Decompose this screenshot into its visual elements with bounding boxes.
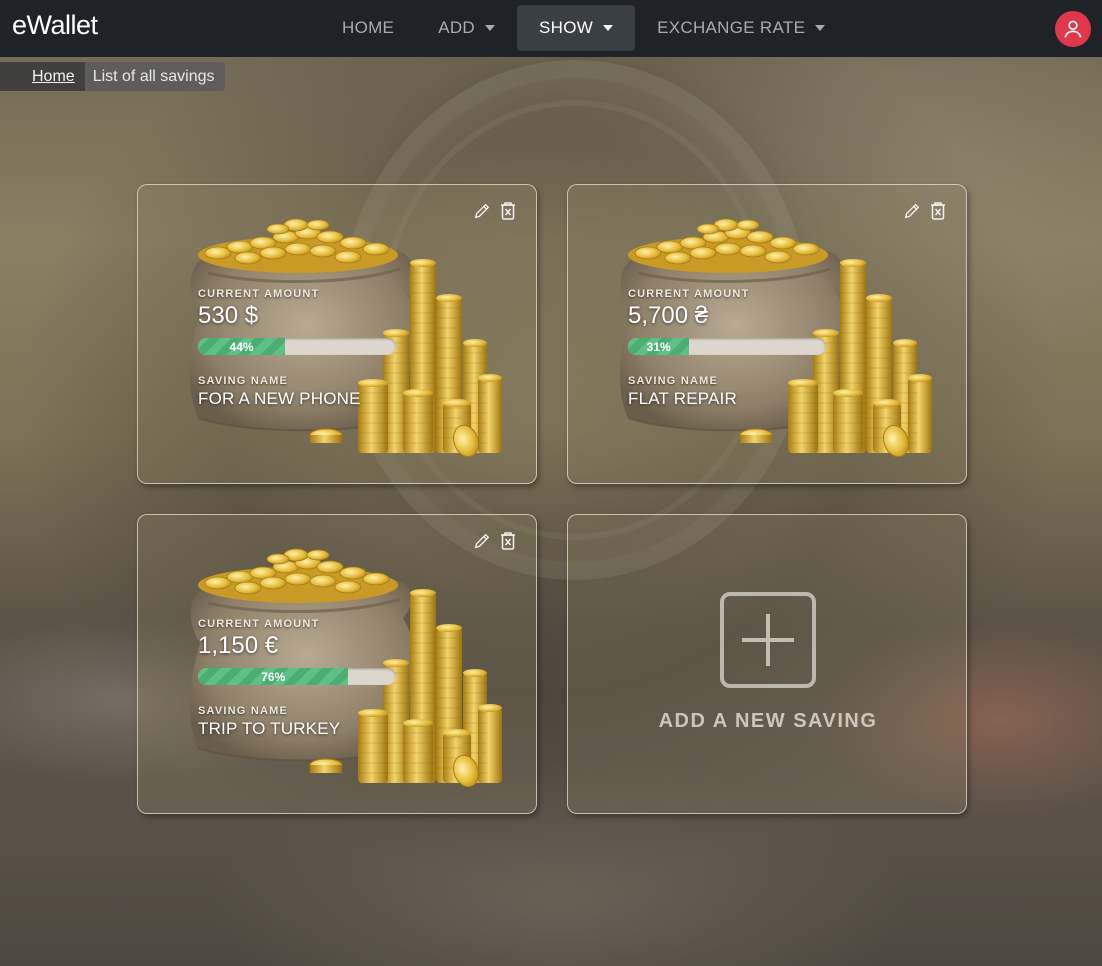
saving-card: CURRENT AMOUNT 5,700 ₴ 31% SAVING NAME F… xyxy=(567,184,967,484)
progress-bar: 76% xyxy=(198,668,396,685)
saving-name: FLAT REPAIR xyxy=(628,389,737,408)
amount-label: CURRENT AMOUNT xyxy=(628,288,750,300)
saving-info: CURRENT AMOUNT 5,700 ₴ 31% SAVING NAME F… xyxy=(628,288,828,409)
progress-fill: 76% xyxy=(198,668,349,685)
saving-card: CURRENT AMOUNT 1,150 € 76% SAVING NAME T… xyxy=(137,514,537,814)
current-amount: 1,150 € xyxy=(198,632,279,659)
nav-add-dropdown[interactable]: ADD xyxy=(416,5,517,51)
delete-icon[interactable] xyxy=(498,531,518,551)
progress-bar: 31% xyxy=(628,338,826,355)
navbar: eWallet HOME ADD SHOW EXCHANGE RATE xyxy=(0,0,1102,57)
nav-exchange-rate-label: EXCHANGE RATE xyxy=(657,18,806,37)
saving-name: TRIP TO TURKEY xyxy=(198,719,341,738)
edit-icon[interactable] xyxy=(472,201,492,221)
saving-name-label: SAVING NAME xyxy=(198,375,289,387)
card-actions xyxy=(902,201,948,221)
nav-menu: HOME ADD SHOW EXCHANGE RATE xyxy=(320,5,847,51)
edit-icon[interactable] xyxy=(902,201,922,221)
current-amount: 5,700 ₴ xyxy=(628,302,709,329)
amount-label: CURRENT AMOUNT xyxy=(198,288,320,300)
brand-logo[interactable]: eWallet xyxy=(12,10,98,41)
current-amount: 530 $ xyxy=(198,302,259,329)
caret-down-icon xyxy=(603,25,614,31)
saving-name-label: SAVING NAME xyxy=(198,705,289,717)
delete-icon[interactable] xyxy=(928,201,948,221)
saving-name-label: SAVING NAME xyxy=(628,375,719,387)
saving-card: CURRENT AMOUNT 530 $ 44% SAVING NAME FOR… xyxy=(137,184,537,484)
nav-show-dropdown[interactable]: SHOW xyxy=(517,5,636,51)
breadcrumb-current: List of all savings xyxy=(92,67,215,85)
edit-icon[interactable] xyxy=(472,531,492,551)
nav-exchange-rate-dropdown[interactable]: EXCHANGE RATE xyxy=(635,5,847,51)
nav-add-label: ADD xyxy=(438,18,475,37)
user-menu-button[interactable] xyxy=(1055,11,1091,47)
nav-home-label: HOME xyxy=(342,18,395,37)
progress-fill: 44% xyxy=(198,338,286,355)
nav-home[interactable]: HOME xyxy=(320,5,416,51)
caret-down-icon xyxy=(815,25,826,31)
saving-info: CURRENT AMOUNT 530 $ 44% SAVING NAME FOR… xyxy=(198,288,398,409)
progress-fill: 31% xyxy=(628,338,690,355)
user-icon xyxy=(1064,20,1082,38)
saving-info: CURRENT AMOUNT 1,150 € 76% SAVING NAME T… xyxy=(198,618,398,739)
card-actions xyxy=(472,531,518,551)
add-new-saving-label: ADD A NEW SAVING xyxy=(658,710,878,732)
saving-name: FOR A NEW PHONE xyxy=(198,389,361,408)
caret-down-icon xyxy=(485,25,495,31)
add-new-saving-card[interactable]: ADD A NEW SAVING xyxy=(567,514,967,814)
plus-icon[interactable] xyxy=(720,592,816,688)
breadcrumb: Home List of all savings xyxy=(0,62,225,91)
delete-icon[interactable] xyxy=(498,201,518,221)
amount-label: CURRENT AMOUNT xyxy=(198,618,320,630)
nav-show-label: SHOW xyxy=(539,18,594,37)
card-actions xyxy=(472,201,518,221)
breadcrumb-home-link[interactable]: Home xyxy=(0,62,85,91)
progress-bar: 44% xyxy=(198,338,396,355)
